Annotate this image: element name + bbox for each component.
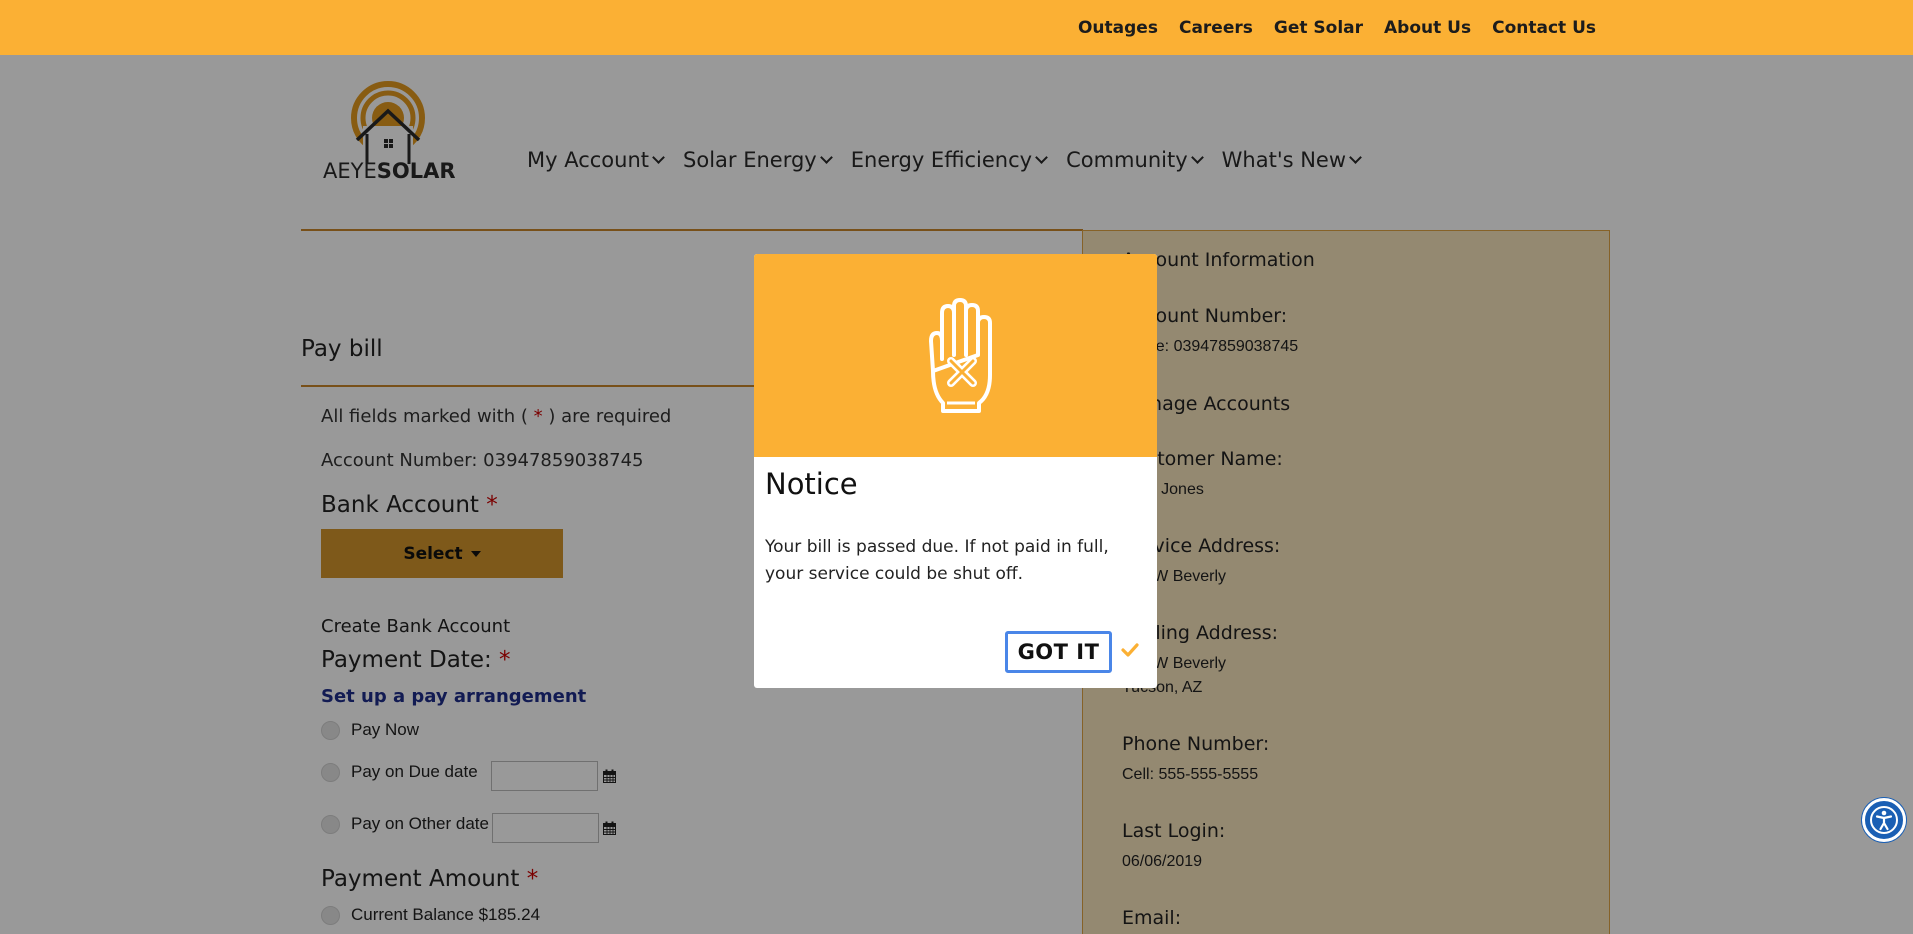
- top-nav-get-solar[interactable]: Get Solar: [1274, 18, 1363, 38]
- modal-title: Notice: [765, 467, 858, 501]
- top-nav-careers[interactable]: Careers: [1179, 18, 1253, 38]
- modal-message: Your bill is passed due. If not paid in …: [765, 537, 1109, 584]
- top-nav: Outages Careers Get Solar About Us Conta…: [1078, 0, 1596, 55]
- accessibility-icon: [1870, 806, 1898, 834]
- top-nav-contact-us[interactable]: Contact Us: [1492, 18, 1596, 38]
- top-nav-outages[interactable]: Outages: [1078, 18, 1158, 38]
- checkmark-icon: [1121, 643, 1139, 657]
- stop-hand-icon: [928, 297, 992, 413]
- notice-modal: Notice Your bill is passed due. If not p…: [754, 254, 1157, 688]
- modal-header: [754, 254, 1157, 457]
- top-nav-about-us[interactable]: About Us: [1384, 18, 1471, 38]
- top-utility-bar: Outages Careers Get Solar About Us Conta…: [0, 0, 1913, 55]
- accessibility-button[interactable]: [1862, 798, 1906, 842]
- got-it-button[interactable]: GOT IT: [1005, 631, 1112, 673]
